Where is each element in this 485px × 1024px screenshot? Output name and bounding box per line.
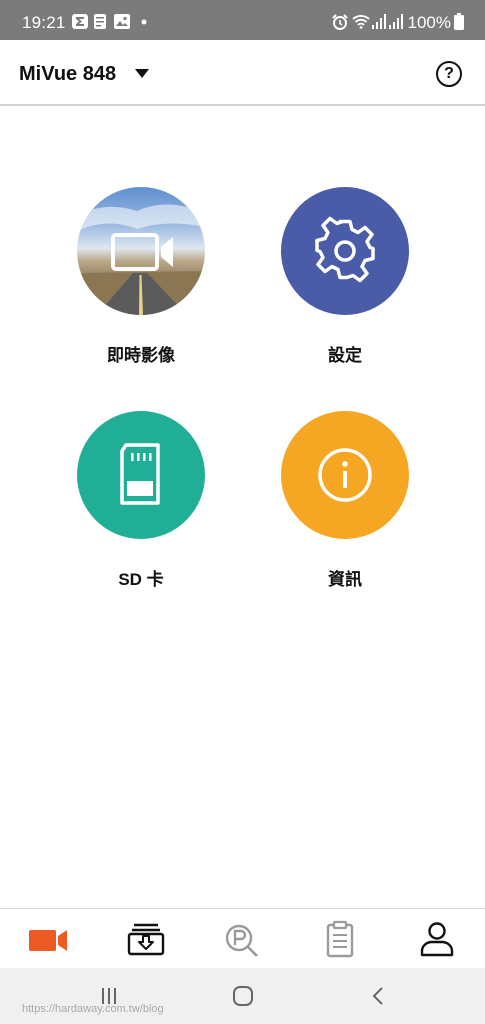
nav-profile[interactable]: [415, 919, 459, 959]
info-button[interactable]: [281, 411, 409, 539]
watermark-text: https://hardaway.com.tw/blog: [22, 1003, 164, 1015]
settings-button[interactable]: [281, 187, 409, 315]
settings-label: 設定: [328, 346, 362, 365]
nav-download[interactable]: [124, 919, 168, 959]
sd-card-button[interactable]: [77, 411, 205, 539]
live-view-button[interactable]: [77, 187, 205, 315]
sd-card-tile[interactable]: SD 卡: [71, 411, 211, 590]
alarm-icon: [332, 14, 348, 30]
gear-icon: [315, 216, 375, 283]
nav-camera[interactable]: [27, 919, 71, 959]
nav-clipboard[interactable]: [318, 919, 362, 959]
settings-tile[interactable]: 設定: [275, 187, 415, 366]
sigma-icon: [72, 14, 88, 29]
system-nav-bar: [0, 968, 485, 1024]
chevron-down-icon[interactable]: [135, 69, 149, 78]
status-time: 19:21: [22, 13, 66, 32]
battery-percent: 100%: [407, 13, 451, 32]
info-icon: [318, 448, 372, 502]
nav-parking-search[interactable]: [221, 919, 265, 959]
dot-icon: [141, 19, 147, 25]
signal-icon: [389, 14, 403, 29]
home-icon[interactable]: [232, 985, 254, 1007]
battery-icon: [454, 13, 464, 30]
status-bar: 19:21 100%: [0, 0, 485, 40]
user-icon: [420, 922, 454, 957]
info-tile[interactable]: 資訊: [275, 411, 415, 590]
device-name[interactable]: MiVue 848: [19, 63, 116, 86]
sd-card-icon: [120, 443, 160, 505]
clipboard-icon: [326, 920, 354, 958]
back-icon[interactable]: [370, 986, 386, 1006]
info-label: 資訊: [328, 570, 362, 589]
sd-card-label: SD 卡: [118, 570, 164, 589]
live-view-label: 即時影像: [107, 346, 175, 365]
live-view-tile[interactable]: 即時影像: [71, 187, 211, 366]
help-button[interactable]: ?: [436, 61, 462, 87]
video-camera-icon: [29, 930, 67, 951]
wifi-icon: [352, 15, 370, 29]
signal-icon: [372, 14, 386, 29]
download-box-icon: [127, 923, 165, 956]
parking-search-icon: [225, 924, 258, 957]
notification-icon: [94, 14, 106, 29]
app-header: MiVue 848 ?: [0, 40, 485, 106]
image-icon: [114, 14, 130, 29]
video-camera-icon: [111, 233, 173, 271]
bottom-nav: [0, 908, 485, 968]
